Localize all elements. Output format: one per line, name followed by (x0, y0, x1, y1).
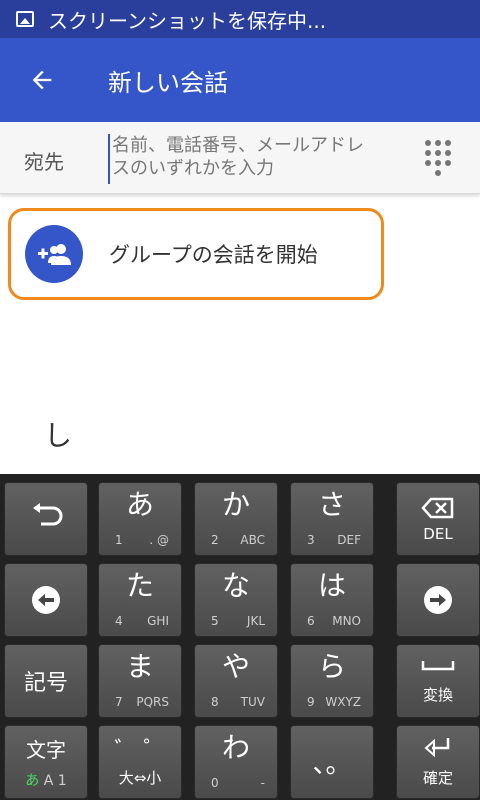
key-ra[interactable]: ら 9 WXYZ (290, 644, 374, 718)
app-bar: 新しい会話 (0, 38, 480, 122)
group-add-icon (25, 225, 83, 283)
key-ma[interactable]: ま 7 PQRS (98, 644, 182, 718)
compose-preview: し (44, 419, 73, 452)
symbol-key[interactable]: 記号 (4, 644, 88, 718)
key-wa[interactable]: わ 0- (194, 725, 278, 799)
cursor-right-key[interactable] (396, 563, 480, 637)
group-conversation-label: グループの会話を開始 (109, 243, 318, 267)
page-title: 新しい会話 (108, 68, 228, 97)
mode-other-indicator: A 1 (43, 773, 67, 789)
recipient-placeholder-line2: スのいずれかを入力 (112, 158, 274, 179)
back-button[interactable] (12, 50, 72, 110)
key-a[interactable]: あ 1. @ (98, 482, 182, 556)
key-na[interactable]: な 5 JKL (194, 563, 278, 637)
arrow-back-icon (32, 70, 52, 90)
dialpad-icon[interactable] (418, 138, 458, 178)
keyboard: あ 1. @ か 2 ABC さ 3 DEF DEL た 4 GHI な 5 JKL (0, 474, 480, 800)
mode-key[interactable]: 文字 あ A 1 (4, 725, 88, 799)
enter-key[interactable]: 確定 (396, 725, 480, 799)
backspace-icon (397, 497, 479, 519)
dakuten-key[interactable]: ゛ ゜ 大⇔小 (98, 725, 182, 799)
symbol-label: 記号 (23, 671, 68, 696)
convert-key[interactable]: 変換 (396, 644, 480, 718)
recipient-input[interactable]: 名前、電話番号、メールアドレ スのいずれかを入力 (108, 134, 408, 184)
undo-key[interactable] (4, 482, 88, 556)
image-icon (16, 11, 34, 27)
cursor-left-key[interactable] (4, 563, 88, 637)
key-ya[interactable]: や 8 TUV (194, 644, 278, 718)
key-ka[interactable]: か 2 ABC (194, 482, 278, 556)
punctuation-label: 、。 (312, 749, 352, 780)
dakuten-label: ゛ ゜ (114, 738, 166, 763)
space-icon (397, 659, 479, 673)
key-ta[interactable]: た 4 GHI (98, 563, 182, 637)
convert-label: 変換 (422, 686, 453, 704)
enter-icon (397, 736, 479, 758)
undo-icon (5, 503, 87, 535)
arrow-right-icon (424, 586, 452, 614)
recipient-label: 宛先 (24, 150, 64, 174)
delete-label: DEL (423, 525, 453, 543)
key-ha[interactable]: は 6 MNO (290, 563, 374, 637)
status-bar: スクリーンショットを保存中... (0, 0, 480, 38)
mode-kana-indicator: あ (25, 773, 40, 789)
punctuation-key[interactable]: 、。 (290, 725, 374, 799)
arrow-left-icon (32, 586, 60, 614)
size-toggle-label: 大⇔小 (118, 769, 162, 787)
recipient-row: 宛先 名前、電話番号、メールアドレ スのいずれかを入力 (0, 122, 480, 194)
mode-label: 文字 (26, 738, 66, 762)
enter-label: 確定 (422, 769, 453, 787)
start-group-conversation[interactable]: グループの会話を開始 (8, 208, 384, 300)
status-text: スクリーンショットを保存中... (48, 8, 327, 33)
delete-key[interactable]: DEL (396, 482, 480, 556)
recipient-placeholder-line1: 名前、電話番号、メールアドレ (112, 135, 364, 156)
key-sa[interactable]: さ 3 DEF (290, 482, 374, 556)
